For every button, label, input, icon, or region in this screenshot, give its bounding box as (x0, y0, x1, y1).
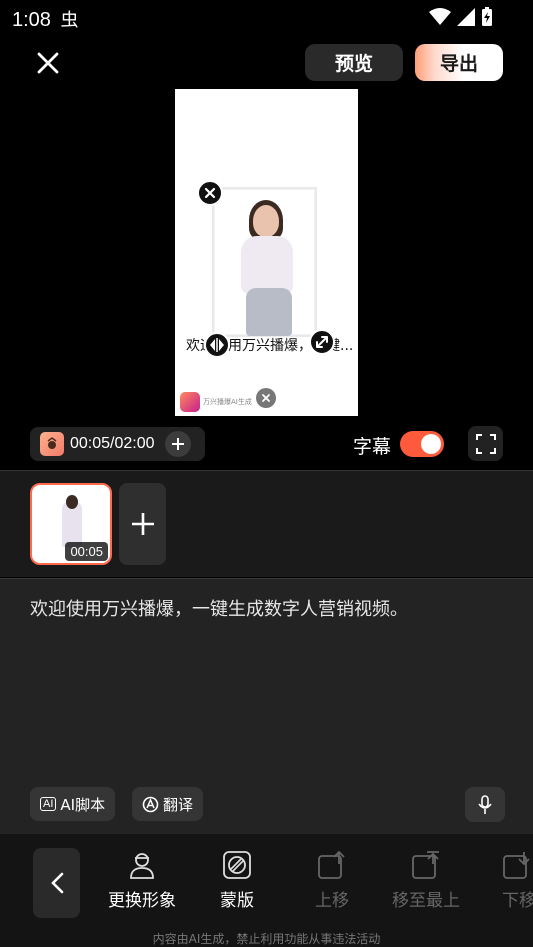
resize-handle[interactable] (309, 329, 335, 355)
back-button[interactable] (33, 848, 80, 918)
signal-icon (457, 8, 475, 26)
close-icon (37, 52, 59, 74)
export-button[interactable]: 导出 (415, 44, 503, 81)
subtitle-label: 字幕 (353, 436, 392, 458)
fullscreen-icon (475, 433, 496, 454)
tool-move-to-top[interactable]: 移至最上 (378, 850, 474, 911)
status-time-text: 1:08 (12, 9, 51, 31)
plus-icon (171, 438, 184, 450)
ai-disclaimer: 内容由AI生成，禁止利用功能从事违法活动 (152, 932, 381, 946)
close-icon (262, 394, 270, 402)
tool-label: 上移 (315, 891, 349, 911)
ai-script-button[interactable]: AI AI脚本 (30, 787, 116, 821)
music-icon[interactable] (40, 432, 64, 456)
preview-button[interactable]: 预览 (305, 44, 403, 81)
tool-move-up[interactable]: 上移 (284, 850, 380, 911)
avatar-legs (246, 288, 292, 336)
toggle-knob (421, 434, 441, 454)
status-app-icon: 虫 (60, 10, 79, 30)
remove-watermark-button[interactable] (256, 388, 276, 408)
fullscreen-button[interactable] (468, 426, 503, 461)
mask-icon (223, 851, 251, 879)
clip-thumbnail[interactable]: 00:05 (30, 483, 112, 565)
plus-icon (131, 513, 154, 535)
move-up-icon (318, 850, 345, 879)
watermark: 万兴播爆AI生成 (180, 392, 252, 412)
tool-change-avatar[interactable]: 更换形象 (94, 850, 190, 911)
translate-button[interactable]: 翻译 (132, 787, 204, 821)
subtitle-toggle[interactable] (400, 431, 444, 457)
watermark-text: 万兴播爆AI生成 (203, 398, 252, 406)
time-readout: 00:05/02:00 (70, 435, 155, 452)
script-text[interactable]: 欢迎使用万兴播爆，一键生成数字人营销视频。 (30, 595, 510, 621)
tool-label: 下移 (502, 891, 533, 911)
move-down-icon (503, 852, 530, 879)
avatar-face (253, 205, 279, 237)
clip-avatar-head (66, 495, 78, 509)
add-clip-button[interactable] (119, 483, 166, 565)
avatar-change-icon (130, 853, 154, 879)
flip-icon (210, 338, 224, 352)
chevron-left-icon (50, 872, 63, 894)
translate-icon (142, 796, 159, 812)
close-button[interactable] (34, 49, 62, 77)
ai-script-label: AI脚本 (60, 795, 106, 814)
translate-label: 翻译 (163, 795, 194, 814)
microphone-icon (478, 794, 492, 814)
wifi-icon (429, 8, 451, 25)
flip-handle[interactable] (204, 332, 230, 358)
add-audio-button[interactable] (164, 431, 191, 457)
voice-input-button[interactable] (465, 787, 505, 822)
avatar-body (241, 236, 293, 294)
tool-mask[interactable]: 蒙版 (189, 850, 285, 911)
tool-move-down[interactable]: 下移 (472, 850, 533, 911)
tool-label: 移至最上 (392, 891, 460, 911)
close-icon (204, 187, 216, 199)
battery-icon (482, 7, 492, 26)
ai-icon: AI (40, 797, 57, 811)
delete-avatar-handle[interactable] (197, 180, 223, 206)
clip-duration: 00:05 (65, 542, 108, 561)
resize-icon (316, 336, 328, 348)
watermark-logo (180, 392, 200, 412)
status-icons (429, 7, 493, 27)
move-to-top-icon (412, 851, 439, 879)
status-time: 1:08 虫 (12, 6, 79, 32)
tool-label: 蒙版 (220, 891, 254, 911)
tool-label: 更换形象 (108, 891, 176, 911)
timeline-pill: 00:05/02:00 (30, 427, 205, 461)
